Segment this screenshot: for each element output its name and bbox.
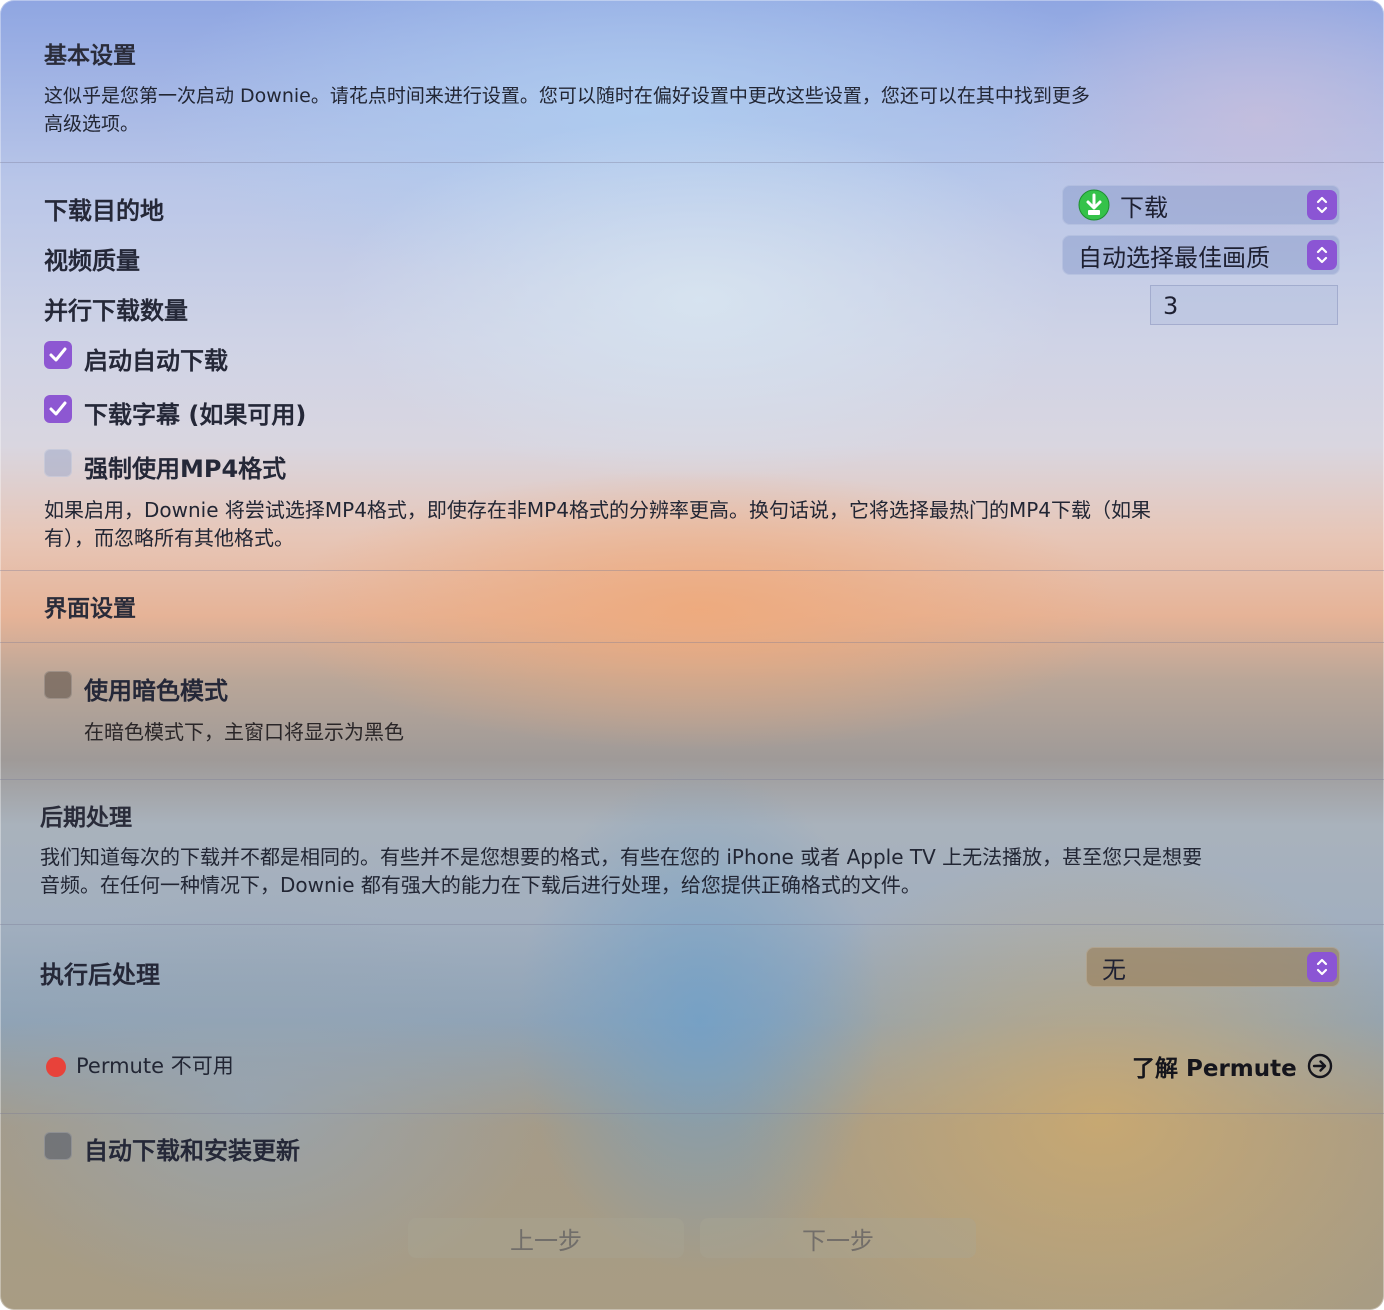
parallel-label: 并行下载数量 [44, 297, 188, 325]
force-mp4-checkbox[interactable] [44, 449, 72, 477]
run-postprocess-stepper-icon [1307, 952, 1337, 982]
mp4-desc-line2: 有），而忽略所有其他格式。 [44, 526, 294, 550]
learn-permute-label: 了解 Permute [1132, 1056, 1297, 1082]
postprocess-desc-line2: 音频。在任何一种情况下，Downie 都有强大的能力在下载后进行处理，给您提供正… [40, 873, 921, 897]
dark-mode-label: 使用暗色模式 [84, 677, 228, 705]
quality-stepper-icon [1307, 240, 1337, 270]
download-folder-icon [1078, 189, 1110, 221]
permute-status: Permute 不可用 [76, 1054, 234, 1078]
auto-start-label: 启动自动下载 [84, 347, 228, 375]
auto-start-checkbox[interactable] [44, 341, 72, 369]
parallel-downloads-field[interactable]: 3 [1150, 285, 1338, 325]
quality-value: 自动选择最佳画质 [1078, 243, 1270, 272]
next-button[interactable]: 下一步 [700, 1218, 976, 1258]
run-postprocess-value: 无 [1102, 955, 1126, 984]
destination-value: 下载 [1120, 193, 1168, 222]
basic-settings-desc-line2: 高级选项。 [44, 113, 140, 135]
postprocess-desc-line1: 我们知道每次的下载并不都是相同的。有些并不是您想要的格式，有些在您的 iPhon… [40, 845, 1203, 869]
arrow-circle-right-icon [1307, 1053, 1333, 1079]
mp4-desc-line1: 如果启用，Downie 将尝试选择MP4格式，即使存在非MP4格式的分辨率更高。… [44, 498, 1152, 522]
postprocess-title: 后期处理 [40, 805, 132, 831]
dark-mode-checkbox[interactable] [44, 671, 72, 699]
postprocess-settings-section: 执行后处理 无 Permute 不可用 了解 Permute [0, 925, 1384, 1114]
destination-stepper-icon [1307, 190, 1337, 220]
auto-update-row: 自动下载和安装更新 [0, 1114, 1384, 1194]
destination-label: 下载目的地 [44, 197, 164, 225]
learn-permute-link[interactable]: 了解 Permute [1132, 1049, 1333, 1083]
previous-button[interactable]: 上一步 [408, 1218, 684, 1258]
quality-popup[interactable]: 自动选择最佳画质 [1062, 235, 1340, 275]
quality-label: 视频质量 [44, 247, 140, 275]
subtitles-checkbox[interactable] [44, 395, 72, 423]
postprocess-header: 后期处理 我们知道每次的下载并不都是相同的。有些并不是您想要的格式，有些在您的 … [0, 780, 1384, 925]
force-mp4-label: 强制使用MP4格式 [84, 455, 287, 483]
basic-settings-title: 基本设置 [44, 43, 136, 69]
setup-window: 基本设置 这似乎是您第一次启动 Downie。请花点时间来进行设置。您可以随时在… [0, 0, 1384, 1310]
dark-mode-section: 使用暗色模式 在暗色模式下，主窗口将显示为黑色 [0, 643, 1384, 780]
auto-update-checkbox[interactable] [44, 1132, 72, 1160]
destination-popup[interactable]: 下载 [1062, 185, 1340, 225]
checkmark-icon [49, 347, 67, 362]
run-postprocess-popup[interactable]: 无 [1086, 947, 1340, 987]
checkmark-icon [49, 401, 67, 416]
interface-settings-title: 界面设置 [44, 596, 136, 622]
basic-settings-desc-line1: 这似乎是您第一次启动 Downie。请花点时间来进行设置。您可以随时在偏好设置中… [44, 85, 1090, 107]
basic-settings-header: 基本设置 这似乎是您第一次启动 Downie。请花点时间来进行设置。您可以随时在… [0, 0, 1384, 163]
interface-settings-header: 界面设置 [0, 571, 1384, 643]
run-postprocess-label: 执行后处理 [40, 961, 160, 989]
status-dot-icon [46, 1057, 66, 1077]
dark-mode-desc: 在暗色模式下，主窗口将显示为黑色 [84, 720, 404, 744]
download-settings-section: 下载目的地 下载 视频质量 自动选择最佳画质 并行下载数量 3 启动自动下载 下… [0, 163, 1384, 571]
subtitles-label: 下载字幕 (如果可用) [84, 401, 307, 429]
auto-update-label: 自动下载和安装更新 [84, 1137, 300, 1165]
